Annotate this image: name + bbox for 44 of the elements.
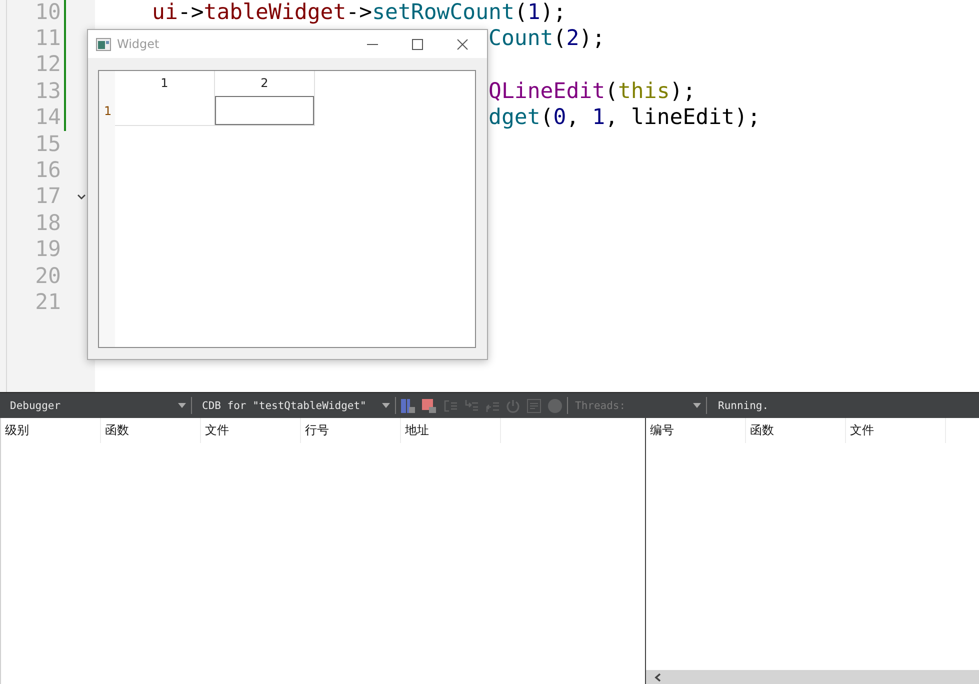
line-number: 10 — [34, 0, 62, 25]
perspective-dropdown[interactable]: Debugger — [10, 400, 186, 412]
column-header[interactable]: 地址 — [401, 418, 501, 443]
line-number: 16 — [34, 158, 62, 184]
line-number: 14 — [34, 105, 62, 130]
column-header[interactable]: 行号 — [301, 418, 401, 443]
line-number: 15 — [34, 132, 62, 157]
close-icon[interactable] — [457, 38, 468, 50]
engine-dropdown[interactable]: CDB for "testQtableWidget" — [197, 400, 390, 412]
line-number: 11 — [34, 26, 62, 52]
line-number: 20 — [34, 264, 62, 289]
continue-icon[interactable] — [401, 398, 415, 412]
table-cell[interactable] — [115, 96, 215, 126]
app-icon — [96, 38, 111, 50]
line-number: 12 — [34, 52, 62, 78]
window-title: Widget — [117, 37, 160, 51]
horizontal-scrollbar[interactable] — [646, 670, 979, 684]
line-number: 19 — [34, 237, 62, 262]
line-number: 21 — [34, 290, 62, 315]
code-line: Count(2); — [488, 26, 606, 52]
code-line: dget(0, 1, lineEdit); — [488, 105, 760, 130]
status-text: Running. — [717, 400, 769, 412]
column-header[interactable]: 函数 — [746, 418, 846, 443]
header-corner[interactable] — [99, 71, 115, 96]
step-over-icon[interactable] — [443, 398, 457, 412]
code-line: ui->tableWidget->setRowCount(1); — [152, 0, 566, 25]
column-header[interactable]: 函数 — [101, 418, 201, 443]
line-number: 18 — [34, 210, 62, 236]
line-edit[interactable] — [215, 96, 314, 125]
column-header[interactable]: 级别 — [1, 418, 101, 443]
step-into-icon[interactable] — [464, 398, 478, 412]
column-header[interactable]: 编号 — [646, 418, 746, 443]
stop-icon[interactable] — [422, 398, 436, 412]
column-header[interactable]: 文件 — [846, 418, 946, 443]
restart-icon[interactable] — [506, 398, 520, 412]
scroll-left-icon[interactable] — [654, 672, 662, 682]
maximize-icon[interactable] — [412, 38, 423, 50]
line-number: 13 — [34, 78, 62, 104]
record-icon[interactable] — [548, 398, 562, 412]
column-header[interactable]: 文件 — [201, 418, 301, 443]
line-number: 17 — [34, 184, 62, 210]
list-icon[interactable] — [527, 398, 541, 412]
row-header[interactable]: 1 — [99, 96, 115, 126]
code-line: QLineEdit(this); — [488, 78, 696, 104]
